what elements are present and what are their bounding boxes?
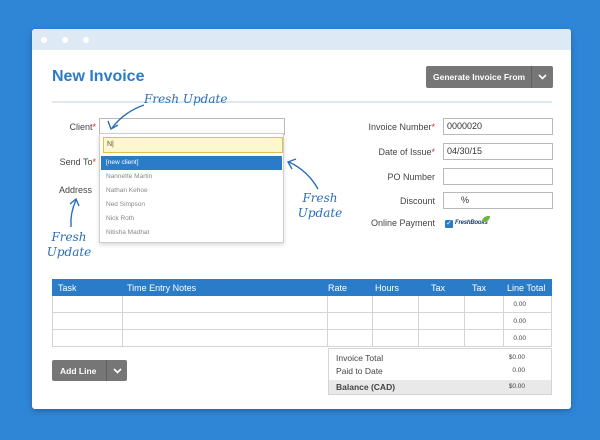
balance-label: Balance (CAD) xyxy=(336,382,396,392)
column-header: Rate xyxy=(328,283,348,293)
add-line-button[interactable]: Add Line xyxy=(52,360,127,381)
generate-invoice-from-button[interactable]: Generate Invoice From xyxy=(426,66,553,88)
invoice-number-label: Invoice Number* xyxy=(368,122,435,132)
dropdown-option[interactable]: Nathan Kehoe xyxy=(101,184,282,198)
dropdown-option[interactable]: Nannette Martin xyxy=(101,170,282,184)
chevron-down-icon[interactable] xyxy=(531,66,553,88)
column-header: Time Entry Notes xyxy=(127,283,197,293)
table-header: Task Time Entry Notes Rate Hours Tax Tax… xyxy=(52,279,552,296)
fresh-update-annotation: Fresh Update xyxy=(297,191,343,220)
date-of-issue-label: Date of Issue* xyxy=(378,147,435,157)
window-dot-icon xyxy=(62,37,68,43)
line-total-value: 0.00 xyxy=(513,335,526,342)
paid-to-date-row: Paid to Date 0.00 xyxy=(336,366,525,376)
annotation-arrow-icon xyxy=(69,197,80,228)
invoice-number-input[interactable]: 0000020 xyxy=(443,118,553,135)
freshbooks-logo: FreshBooks xyxy=(455,216,491,229)
table-row: 0.00 xyxy=(52,313,552,330)
paid-to-date-label: Paid to Date xyxy=(336,366,383,376)
discount-input[interactable]: % xyxy=(443,192,553,209)
online-payment-label: Online Payment xyxy=(370,218,435,228)
window-dot-icon xyxy=(83,37,89,43)
client-dropdown: N| [new client] Nannette Martin Nathan K… xyxy=(99,133,284,243)
fresh-update-annotation: Fresh Update xyxy=(144,92,228,106)
table-row: 0.00 xyxy=(52,296,552,313)
paid-to-date-value: 0.00 xyxy=(512,367,525,374)
column-header: Task xyxy=(58,283,77,293)
fresh-update-annotation: Fresh Update xyxy=(46,230,92,259)
column-header: Hours xyxy=(375,283,400,293)
send-to-label: Send To* xyxy=(59,157,96,167)
annotation-arrow-icon xyxy=(107,104,145,131)
dropdown-option[interactable]: Ned Simpson xyxy=(101,198,282,212)
line-total-value: 0.00 xyxy=(513,318,526,325)
balance-value: $0.00 xyxy=(508,383,525,390)
po-number-input[interactable] xyxy=(443,168,553,185)
online-payment-checkbox[interactable]: ✓ xyxy=(445,220,453,228)
invoice-total-value: $0.00 xyxy=(508,354,525,361)
dropdown-option[interactable]: Nick Roth xyxy=(101,212,282,226)
line-items-table: Task Time Entry Notes Rate Hours Tax Tax… xyxy=(52,279,552,347)
po-number-label: PO Number xyxy=(387,172,435,182)
invoice-total-label: Invoice Total xyxy=(336,353,384,363)
column-header: Line Total xyxy=(507,283,546,293)
line-total-value: 0.00 xyxy=(513,301,526,308)
discount-label: Discount xyxy=(399,196,435,206)
invoice-total-row: Invoice Total $0.00 xyxy=(336,353,525,363)
window-dot-icon xyxy=(41,37,47,43)
annotation-arrow-icon xyxy=(286,158,319,190)
table-row: 0.00 xyxy=(52,330,552,347)
add-line-label: Add Line xyxy=(60,365,97,376)
page-title: New Invoice xyxy=(52,68,145,85)
column-header: Tax xyxy=(431,283,446,293)
client-search-input[interactable]: N| xyxy=(103,137,283,153)
generate-invoice-label: Generate Invoice From xyxy=(433,72,526,82)
window-titlebar xyxy=(32,29,571,50)
balance-row: Balance (CAD) $0.00 xyxy=(329,380,551,394)
chevron-down-icon[interactable] xyxy=(106,360,127,381)
dropdown-option[interactable]: [new client] xyxy=(101,156,282,170)
dropdown-option[interactable]: Nitisha Madhat xyxy=(101,226,282,240)
app-window: New Invoice Generate Invoice From Client… xyxy=(32,29,571,409)
date-of-issue-input[interactable]: 04/30/15 xyxy=(443,143,553,160)
totals-panel: Invoice Total $0.00 Paid to Date 0.00 Ba… xyxy=(328,348,552,395)
client-label: Client* xyxy=(69,122,96,132)
address-label: Address xyxy=(58,185,92,195)
leaf-icon xyxy=(482,216,490,222)
column-header: Tax xyxy=(472,283,487,293)
